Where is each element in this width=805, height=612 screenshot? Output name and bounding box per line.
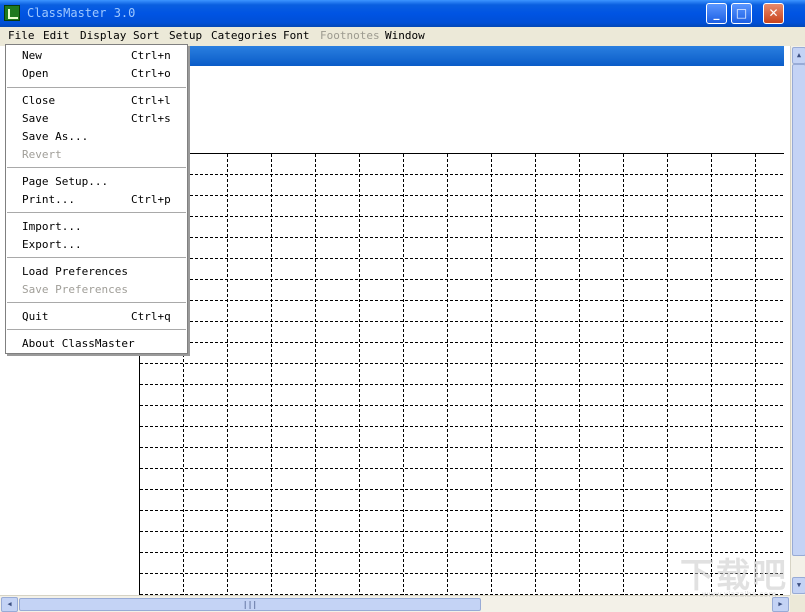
gradebook-grid[interactable] <box>140 153 784 596</box>
menu-separator <box>7 87 186 88</box>
horizontal-scrollbar[interactable]: ◀ ||| ▶ <box>0 595 790 612</box>
maximize-button[interactable]: □ <box>731 3 752 24</box>
grid-lines <box>140 154 784 596</box>
horizontal-scroll-thumb[interactable]: ||| <box>19 598 481 611</box>
file-menu-new[interactable]: New Ctrl+n <box>6 47 187 65</box>
menu-file[interactable]: File <box>8 28 35 44</box>
menu-categories[interactable]: Categories <box>211 28 277 44</box>
watermark: 下载吧 www.xiazaiba.com <box>680 548 798 606</box>
file-menu-quit[interactable]: Quit Ctrl+q <box>6 308 187 326</box>
window-title: ClassMaster 3.0 <box>27 6 136 20</box>
file-menu-page-setup[interactable]: Page Setup... <box>6 173 187 191</box>
file-menu-import[interactable]: Import... <box>6 218 187 236</box>
close-button[interactable]: ✕ <box>763 3 784 24</box>
file-menu-save-as[interactable]: Save As... <box>6 128 187 146</box>
menu-footnotes[interactable]: Footnotes <box>320 28 380 44</box>
scroll-up-arrow[interactable]: ▲ <box>792 47 805 64</box>
app-icon[interactable] <box>4 5 20 21</box>
menu-window[interactable]: Window <box>385 28 425 44</box>
vertical-scroll-thumb[interactable] <box>792 64 805 556</box>
scroll-left-arrow[interactable]: ◀ <box>1 597 18 612</box>
file-menu-load-preferences[interactable]: Load Preferences <box>6 263 187 281</box>
minimize-button[interactable]: _ <box>706 3 727 24</box>
file-menu-open[interactable]: Open Ctrl+o <box>6 65 187 83</box>
menu-setup[interactable]: Setup <box>169 28 202 44</box>
vertical-scrollbar[interactable]: ▲ ▼ <box>790 46 805 595</box>
file-menu-print[interactable]: Print... Ctrl+p <box>6 191 187 209</box>
watermark-site: www.xiazaiba.com <box>702 590 777 599</box>
file-menu-save[interactable]: Save Ctrl+s <box>6 110 187 128</box>
menu-display[interactable]: Display <box>80 28 126 44</box>
file-menu-revert[interactable]: Revert <box>6 146 187 164</box>
menu-font[interactable]: Font <box>283 28 310 44</box>
menu-separator <box>7 329 186 330</box>
menu-edit[interactable]: Edit <box>43 28 70 44</box>
file-menu-close[interactable]: Close Ctrl+l <box>6 92 187 110</box>
window-titlebar[interactable]: ClassMaster 3.0 _ □ ✕ <box>0 0 805 27</box>
menu-separator <box>7 302 186 303</box>
menu-separator <box>7 212 186 213</box>
file-menu-export[interactable]: Export... <box>6 236 187 254</box>
file-menu-about[interactable]: About ClassMaster <box>6 335 187 353</box>
menu-sort[interactable]: Sort <box>133 28 160 44</box>
file-menu-save-preferences[interactable]: Save Preferences <box>6 281 187 299</box>
menu-separator <box>7 167 186 168</box>
document-titlebar[interactable] <box>188 46 784 66</box>
file-menu-dropdown: New Ctrl+n Open Ctrl+o Close Ctrl+l Save… <box>5 44 188 354</box>
menu-separator <box>7 257 186 258</box>
